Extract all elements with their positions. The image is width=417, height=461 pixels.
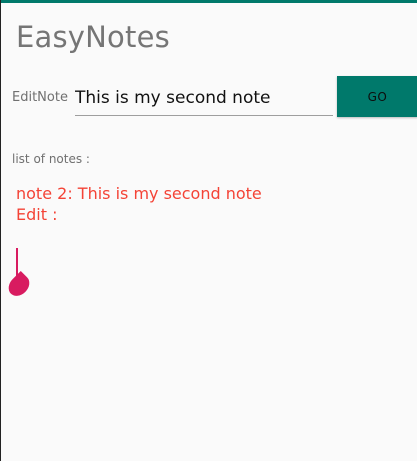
note-item-title: note 2: This is my second note [16,184,262,203]
app-title: EasyNotes [16,20,170,54]
top-accent-bar [1,0,417,3]
list-of-notes-label: list of notes : [12,152,90,166]
go-button[interactable]: GO [337,76,417,117]
note-input[interactable] [75,80,333,116]
note-edit-label[interactable]: Edit : [16,204,262,225]
text-selection-handle[interactable] [4,248,34,300]
edit-note-label: EditNote [12,90,68,105]
note-list-item[interactable]: note 2: This is my second note Edit : [16,183,262,225]
app-screen: EasyNotes EditNote GO list of notes : no… [0,0,417,461]
teardrop-handle-icon[interactable] [4,271,34,300]
